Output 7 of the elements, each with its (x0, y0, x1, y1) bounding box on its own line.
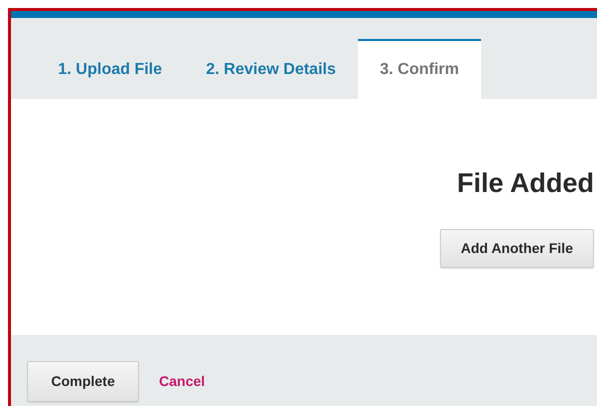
add-another-file-button[interactable]: Add Another File (440, 229, 594, 268)
page-heading: File Added (456, 167, 594, 200)
cancel-link[interactable]: Cancel (159, 370, 205, 392)
step-tab[interactable]: 1. Upload File (36, 39, 184, 99)
complete-button[interactable]: Complete (27, 360, 139, 402)
step-tab[interactable]: 3. Confirm (358, 39, 481, 99)
step-tab[interactable]: 2. Review Details (184, 39, 358, 99)
